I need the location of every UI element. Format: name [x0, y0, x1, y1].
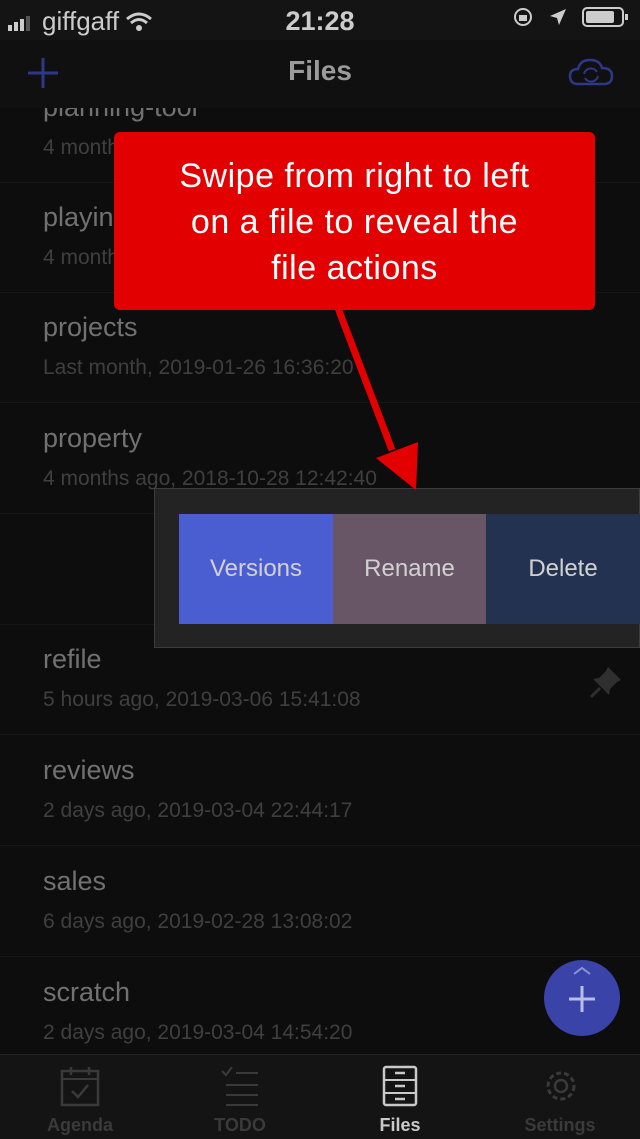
file-name: scratch [43, 977, 131, 1007]
file-date: Last month, 2019-01-26 16:36:20 [43, 356, 354, 379]
callout-line-2: on a file to reveal the [190, 203, 519, 241]
callout-line-1: Swipe from right to left [179, 157, 530, 195]
status-right [512, 6, 630, 28]
floating-add-button[interactable] [544, 960, 620, 1036]
chevron-up-icon [573, 966, 591, 975]
pin-icon[interactable] [588, 664, 624, 700]
navigation-bar: Files [0, 40, 640, 109]
orientation-lock-icon [514, 8, 532, 26]
tab-label: Files [379, 1115, 421, 1135]
tab-label: Settings [524, 1115, 596, 1135]
tab-label: TODO [214, 1115, 266, 1135]
file-name: refile [43, 644, 102, 674]
rename-button[interactable]: Rename [333, 514, 486, 624]
file-name: reviews [43, 755, 135, 785]
checklist-icon [221, 1066, 258, 1106]
delete-button[interactable]: Delete [486, 514, 640, 624]
location-icon [550, 9, 566, 25]
file-date: 2 days ago, 2019-03-04 22:44:17 [43, 799, 353, 822]
tab-todo[interactable]: TODO [160, 1055, 320, 1139]
callout-line-3: file actions [271, 249, 438, 287]
cloud-sync-icon[interactable] [568, 56, 614, 88]
file-name: sales [43, 866, 107, 896]
tab-settings[interactable]: Settings [480, 1055, 640, 1139]
file-row[interactable]: sales 6 days ago, 2019-02-28 13:08:02 [0, 846, 640, 957]
battery-icon [582, 7, 628, 27]
file-row[interactable]: reviews 2 days ago, 2019-03-04 22:44:17 [0, 735, 640, 846]
file-cabinet-icon [382, 1065, 418, 1107]
file-name: property [43, 423, 143, 453]
file-name: projects [43, 312, 138, 342]
versions-button[interactable]: Versions [179, 514, 333, 624]
tab-bar: Agenda TODO Files Settings [0, 1054, 640, 1139]
tutorial-callout: Swipe from right to left on a file to re… [114, 132, 595, 310]
file-date: 5 hours ago, 2019-03-06 15:41:08 [43, 688, 361, 711]
calendar-icon [60, 1067, 100, 1107]
tab-files[interactable]: Files [320, 1055, 480, 1139]
callout-arrow-icon [334, 306, 418, 490]
status-bar: giffgaff 21:28 [0, 0, 640, 40]
gear-icon [546, 1071, 576, 1101]
plus-icon [569, 986, 595, 1012]
tab-agenda[interactable]: Agenda [0, 1055, 160, 1139]
file-date: 2 days ago, 2019-03-04 14:54:20 [43, 1021, 353, 1044]
swipe-actions: Versions Rename Delete [179, 514, 640, 624]
file-name: planning-tool [43, 108, 198, 123]
tab-label: Agenda [46, 1115, 113, 1135]
file-date: 6 days ago, 2019-02-28 13:08:02 [43, 910, 353, 933]
page-title: Files [288, 55, 352, 86]
